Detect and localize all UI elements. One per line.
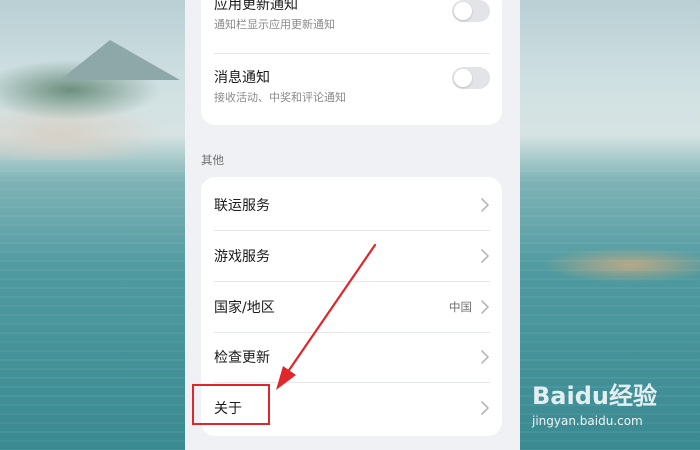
wallpaper-mountain (60, 40, 180, 80)
others-section-title: 其他 (201, 153, 224, 167)
list-item-country-region[interactable]: 国家/地区 中国 (201, 282, 502, 332)
app-update-notification-subtitle: 通知栏显示应用更新通知 (214, 18, 335, 31)
baidu-jingyan-watermark: Baidu经验 jingyan.baidu.com (532, 376, 662, 436)
list-item-joint-operation-services[interactable]: 联运服务 (201, 180, 502, 230)
app-update-notification-title: 应用更新通知 (214, 0, 298, 13)
list-item-label: 游戏服务 (214, 249, 270, 265)
list-item-label: 检查更新 (214, 350, 270, 366)
message-notification-row[interactable]: 消息通知 接收活动、中奖和评论通知 (201, 67, 502, 129)
notification-settings-card: 应用更新通知 通知栏显示应用更新通知 消息通知 接收活动、中奖和评论通知 (201, 0, 502, 125)
settings-panel: 应用更新通知 通知栏显示应用更新通知 消息通知 接收活动、中奖和评论通知 其他 … (185, 0, 520, 450)
chevron-right-icon (481, 198, 489, 212)
app-update-notification-toggle[interactable] (452, 0, 490, 22)
message-notification-subtitle: 接收活动、中奖和评论通知 (214, 91, 346, 104)
annotation-highlight-box (192, 384, 270, 425)
list-item-check-update[interactable]: 检查更新 (201, 332, 502, 382)
country-region-value: 中国 (449, 300, 472, 314)
message-notification-toggle[interactable] (452, 67, 490, 89)
chevron-right-icon (481, 300, 489, 314)
toggle-knob (454, 2, 472, 20)
chevron-right-icon (481, 401, 489, 415)
watermark-brand: Baidu经验 (532, 382, 657, 410)
message-notification-title: 消息通知 (214, 70, 270, 86)
chevron-right-icon (481, 249, 489, 263)
list-item-label: 联运服务 (214, 198, 270, 214)
divider (214, 53, 490, 54)
list-item-label: 国家/地区 (214, 300, 275, 316)
list-item-game-services[interactable]: 游戏服务 (201, 231, 502, 281)
watermark-url: jingyan.baidu.com (532, 414, 643, 428)
chevron-right-icon (481, 350, 489, 364)
toggle-knob (454, 69, 472, 87)
